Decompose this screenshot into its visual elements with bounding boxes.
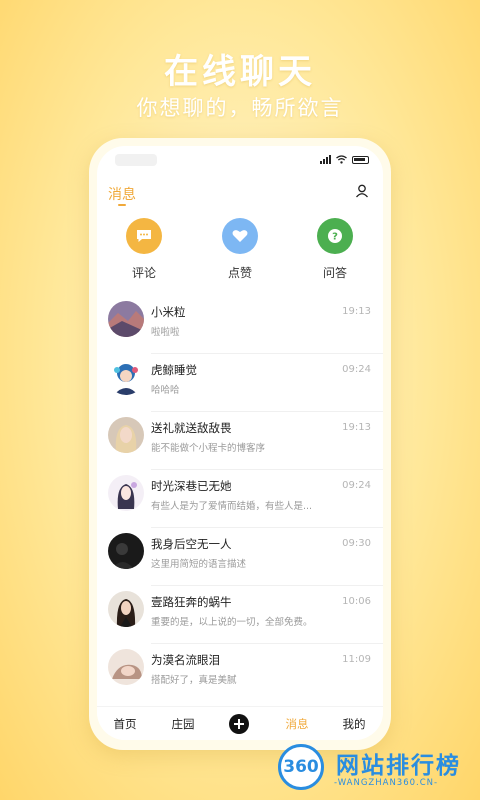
message-row[interactable]: 我身后空无一人 这里用简短的语言描述 09:30 [97, 528, 383, 586]
contact-name: 小米粒 [151, 305, 186, 319]
question-icon: ? [317, 218, 353, 254]
phone-screen: 消息 评论 点赞 ? 问答 小米粒 啦啦啦 19:13 虎鲸睡觉 哈哈哈 09:… [97, 146, 383, 740]
page-title: 消息 [108, 187, 136, 203]
status-icons [320, 155, 369, 164]
tab-manor[interactable]: 庄园 [163, 716, 203, 732]
contact-name: 送礼就送敌敌畏 [151, 421, 232, 435]
heart-icon [222, 218, 258, 254]
category-like[interactable]: 点赞 [200, 218, 280, 281]
message-row[interactable]: 虎鲸睡觉 哈哈哈 09:24 [97, 354, 383, 412]
message-time: 09:30 [342, 538, 371, 549]
add-button[interactable] [229, 714, 249, 734]
category-row: 评论 点赞 ? 问答 [97, 218, 383, 288]
message-row[interactable]: 为漠名流眼泪 搭配好了，真是美腻 11:09 [97, 644, 383, 702]
category-label: 点赞 [227, 266, 252, 280]
comment-icon [126, 218, 162, 254]
message-preview: 有些人是为了爱情而结婚，有些人是... [151, 501, 313, 512]
bottom-tab-bar: 首页 庄园 消息 我的 [97, 706, 383, 740]
contact-name: 壹路狂奔的蜗牛 [151, 595, 232, 609]
top-bar: 消息 [97, 176, 383, 210]
avatar [108, 591, 144, 627]
category-label: 评论 [131, 266, 156, 280]
message-preview: 啦啦啦 [151, 327, 180, 338]
avatar [108, 649, 144, 685]
message-time: 10:06 [342, 596, 371, 607]
message-time: 09:24 [342, 364, 371, 375]
watermark: 360 网站排行榜 -WANGZHAN360.CN- [270, 740, 480, 800]
message-time: 09:24 [342, 480, 371, 491]
contact-name: 时光深巷已无她 [151, 479, 232, 493]
message-preview: 这里用简短的语言描述 [151, 559, 247, 570]
tab-messages[interactable]: 消息 [277, 716, 317, 732]
watermark-title: 网站排行榜 [336, 753, 461, 779]
plus-icon [234, 719, 244, 729]
tab-mine[interactable]: 我的 [334, 716, 374, 732]
camera-notch [115, 154, 157, 166]
watermark-logo-text: 360 [283, 757, 319, 777]
message-preview: 能不能做个小程卡的博客序 [151, 443, 266, 454]
category-comment[interactable]: 评论 [104, 218, 184, 281]
wifi-icon [336, 155, 347, 164]
title-underline [118, 204, 126, 206]
tab-home[interactable]: 首页 [105, 716, 145, 732]
watermark-logo: 360 [278, 744, 324, 790]
status-bar [97, 146, 383, 174]
message-row[interactable]: 小米粒 啦啦啦 19:13 [97, 296, 383, 354]
message-row[interactable]: 壹路狂奔的蜗牛 重要的是，以上说的一切，全部免费。 10:06 [97, 586, 383, 644]
message-time: 19:13 [342, 306, 371, 317]
signal-icon [320, 155, 331, 164]
category-label: 问答 [322, 266, 347, 280]
contact-name: 我身后空无一人 [151, 537, 232, 551]
contact-name: 虎鲸睡觉 [151, 363, 197, 377]
avatar [108, 301, 144, 337]
promo-headline: 在线聊天 [164, 52, 316, 92]
message-preview: 重要的是，以上说的一切，全部免费。 [151, 617, 313, 628]
watermark-url: -WANGZHAN360.CN- [334, 778, 439, 788]
message-preview: 搭配好了，真是美腻 [151, 675, 237, 686]
avatar [108, 475, 144, 511]
message-list: 小米粒 啦啦啦 19:13 虎鲸睡觉 哈哈哈 09:24 送礼就送敌敌畏 能不能… [97, 296, 383, 702]
avatar [108, 417, 144, 453]
user-icon[interactable] [355, 184, 369, 198]
svg-text:?: ? [332, 232, 338, 243]
contact-name: 为漠名流眼泪 [151, 653, 220, 667]
message-preview: 哈哈哈 [151, 385, 180, 396]
promo-subline: 你想聊的，畅所欲言 [136, 96, 344, 120]
avatar [108, 359, 144, 395]
message-time: 19:13 [342, 422, 371, 433]
message-time: 11:09 [342, 654, 371, 665]
category-qa[interactable]: ? 问答 [295, 218, 375, 281]
message-row[interactable]: 送礼就送敌敌畏 能不能做个小程卡的博客序 19:13 [97, 412, 383, 470]
message-row[interactable]: 时光深巷已无她 有些人是为了爱情而结婚，有些人是... 09:24 [97, 470, 383, 528]
avatar [108, 533, 144, 569]
battery-icon [352, 155, 369, 164]
